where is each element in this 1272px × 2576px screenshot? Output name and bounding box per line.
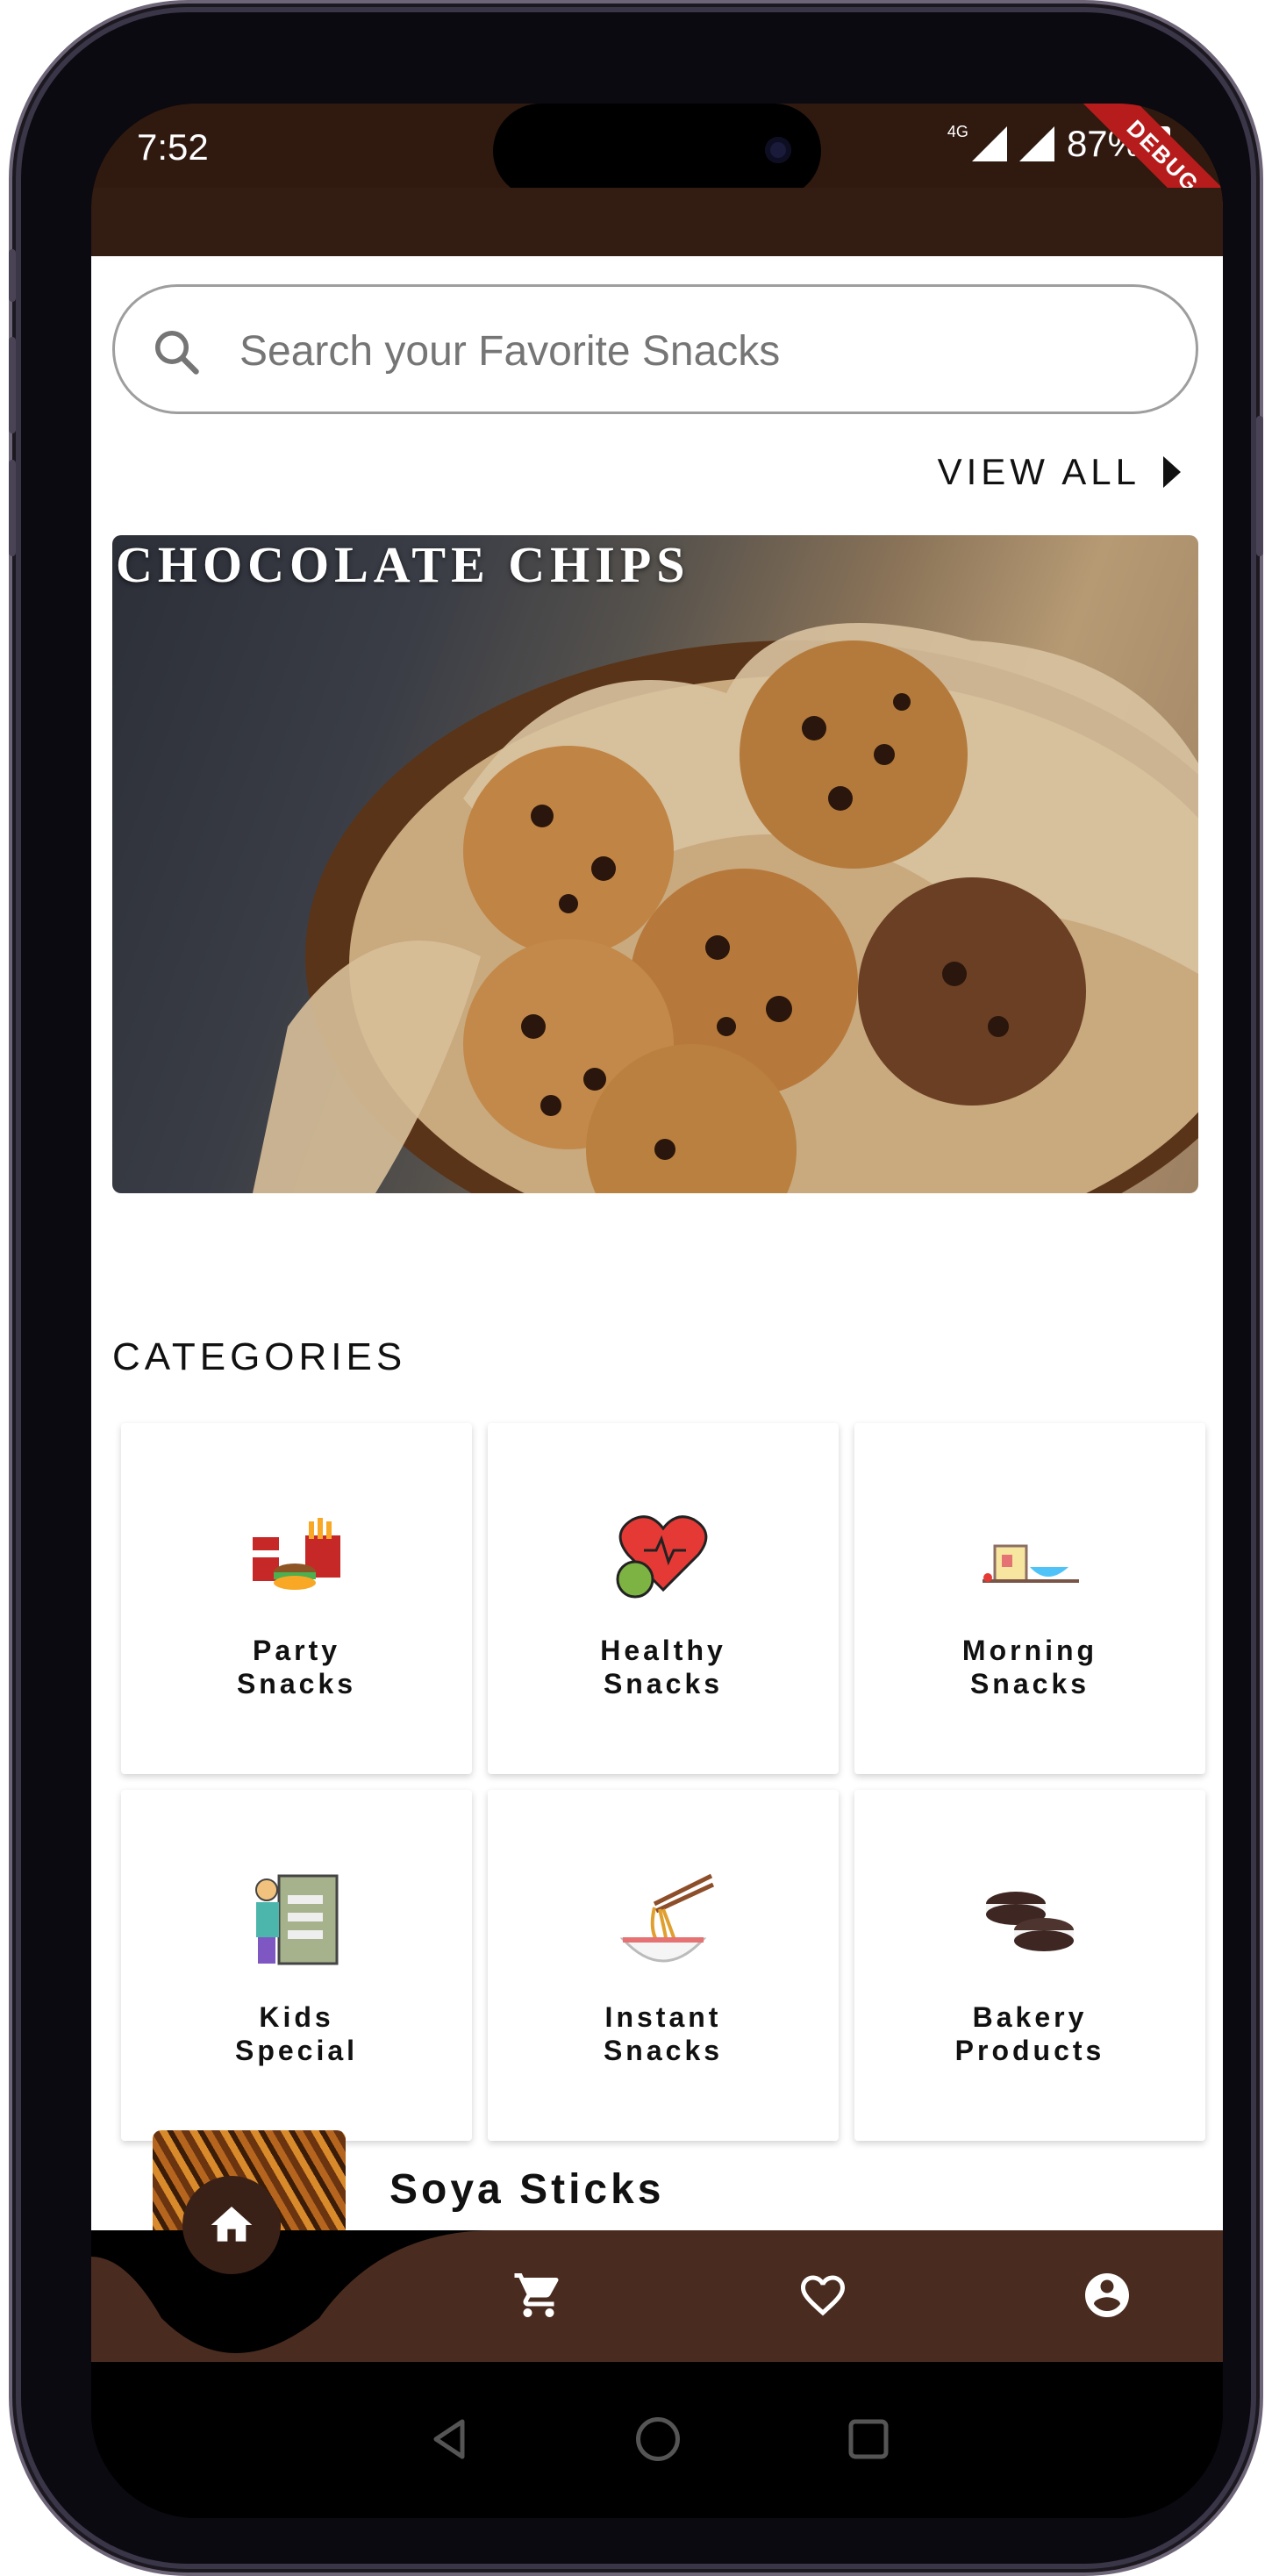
system-navigation-bar [91,2362,1223,2518]
heart-icon [801,2275,845,2316]
product-item[interactable]: Soya Sticks [153,2130,1161,2230]
categories-title: CATEGORIES [112,1335,407,1378]
bottom-navigation [91,2176,1223,2362]
front-camera [765,137,791,163]
screen: 7:52 4G 87% DEBUG Search your Favorite S… [91,104,1223,2518]
view-all-link[interactable]: VIEW ALL [938,451,1181,493]
account-icon [1085,2273,1129,2317]
healthy-snacks-icon [616,1515,708,1599]
nav-home-button[interactable] [182,2176,281,2274]
signal-icon-2 [1018,126,1054,161]
cookies-image [253,623,1198,1193]
mute-switch [9,249,16,302]
bakery-products-icon [986,1892,1074,1951]
cart-icon [514,2273,559,2317]
home-circle-icon[interactable] [632,2413,684,2465]
signal-icon [971,126,1007,161]
volume-up-button [9,337,16,433]
category-label: Bakery Products [954,2001,1105,2066]
category-label: Morning Snacks [961,1635,1098,1699]
category-label: Instant Snacks [603,2001,724,2066]
search-input[interactable] [238,313,1171,389]
nav-cart-button[interactable] [497,2253,581,2337]
phone-frame: 7:52 4G 87% DEBUG Search your Favorite S… [9,12,1263,2564]
category-card-morning-snacks[interactable]: Morning Snacks [854,1423,1205,1774]
dynamic-island [493,104,821,198]
main-content[interactable]: VIEW ALL [91,256,1223,2230]
search-icon [155,331,199,375]
kids-special-icon [255,1874,339,1965]
back-icon[interactable] [423,2413,475,2465]
power-button [1256,416,1263,556]
status-bar: 7:52 4G 87% DEBUG [91,104,1223,245]
instant-snacks-icon [619,1873,715,1963]
category-label: Healthy Snacks [600,1635,726,1699]
category-card-instant-snacks[interactable]: Instant Snacks [488,1790,839,2141]
category-card-party-snacks[interactable]: Party Snacks [121,1423,472,1774]
view-all-label: VIEW ALL [937,451,1140,492]
product-name: Soya Sticks [389,2166,665,2213]
category-card-kids-special[interactable]: Kids Special [121,1790,472,2141]
arrow-right-icon [1163,456,1181,488]
category-label: Party Snacks [236,1635,357,1699]
status-time: 7:52 [137,126,209,168]
nav-favorites-button[interactable] [781,2253,865,2337]
nav-account-button[interactable] [1065,2253,1149,2337]
morning-snacks-icon [983,1544,1079,1583]
banner-title: CHOCOLATE CHIPS [116,536,690,593]
app-bar [91,188,1223,256]
search-bar[interactable] [112,284,1198,414]
category-label: Kids Special [234,2001,359,2066]
featured-banner[interactable]: CHOCOLATE CHIPS [112,535,1198,1193]
category-card-healthy-snacks[interactable]: Healthy Snacks [488,1423,839,1774]
party-snacks-icon [253,1518,340,1590]
volume-down-button [9,460,16,556]
network-type: 4G [947,122,968,140]
home-icon [211,2207,253,2242]
category-card-bakery-products[interactable]: Bakery Products [854,1790,1205,2141]
recents-icon[interactable] [842,2413,895,2465]
